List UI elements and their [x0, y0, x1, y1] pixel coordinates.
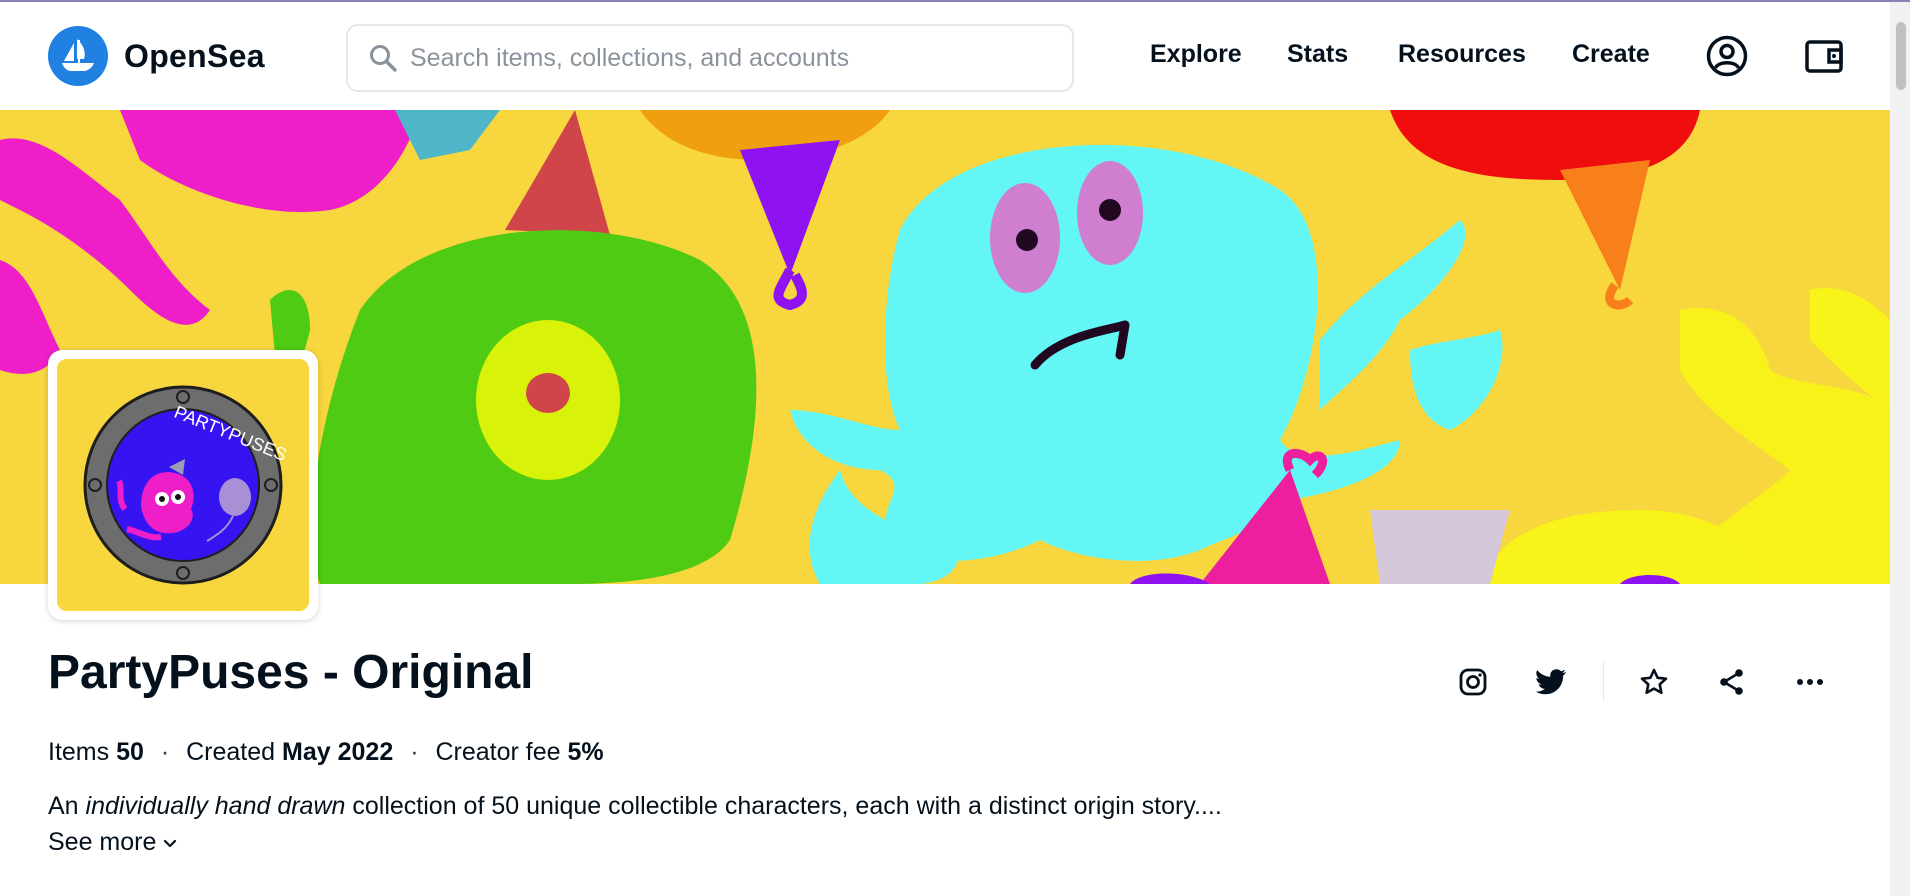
- top-navbar: OpenSea Explore Stats Resources Create: [0, 2, 1890, 110]
- opensea-boat-icon: [48, 26, 108, 86]
- more-horizontal-icon[interactable]: [1788, 660, 1832, 704]
- creator-fee-label: Creator fee: [435, 738, 561, 766]
- creator-fee-value: 5%: [567, 738, 604, 766]
- page-scrollbar[interactable]: [1890, 2, 1910, 896]
- see-more-button[interactable]: See more: [48, 828, 178, 857]
- items-value: 50: [116, 738, 144, 766]
- description-suffix: collection of 50 unique collectible char…: [345, 792, 1222, 820]
- collection-description: An individually hand drawn collection of…: [48, 792, 1222, 821]
- twitter-icon[interactable]: [1529, 660, 1573, 704]
- separator-dot: ·: [160, 738, 170, 766]
- items-label: Items: [48, 738, 110, 766]
- action-divider: [1603, 662, 1604, 702]
- search-input[interactable]: [408, 42, 1052, 74]
- share-icon[interactable]: [1710, 660, 1754, 704]
- separator-dot: ·: [410, 738, 419, 766]
- nav-stats[interactable]: Stats: [1287, 40, 1348, 69]
- collection-avatar: PARTYPUSES: [48, 350, 318, 620]
- nav-resources[interactable]: Resources: [1398, 40, 1526, 69]
- wallet-icon[interactable]: [1802, 34, 1846, 78]
- search-bar[interactable]: [346, 24, 1074, 92]
- scrollbar-thumb[interactable]: [1896, 22, 1906, 90]
- created-value: May 2022: [282, 738, 394, 766]
- description-italic: individually hand drawn: [85, 792, 346, 820]
- collection-avatar-image: PARTYPUSES: [57, 359, 309, 611]
- nav-explore[interactable]: Explore: [1150, 40, 1242, 69]
- instagram-icon[interactable]: [1451, 660, 1495, 704]
- star-icon[interactable]: [1632, 660, 1676, 704]
- see-more-label: See more: [48, 828, 157, 856]
- created-label: Created: [186, 738, 276, 766]
- collection-stats: Items 50 · Created May 2022 · Creator fe…: [48, 738, 604, 767]
- account-circle-icon[interactable]: [1705, 34, 1749, 78]
- collection-title: PartyPuses - Original: [48, 646, 534, 699]
- chevron-down-icon: [164, 839, 177, 847]
- opensea-logo[interactable]: OpenSea: [48, 26, 265, 86]
- logo-text: OpenSea: [124, 37, 265, 74]
- search-icon: [368, 42, 400, 74]
- nav-create[interactable]: Create: [1572, 40, 1650, 69]
- description-prefix: An: [48, 792, 86, 820]
